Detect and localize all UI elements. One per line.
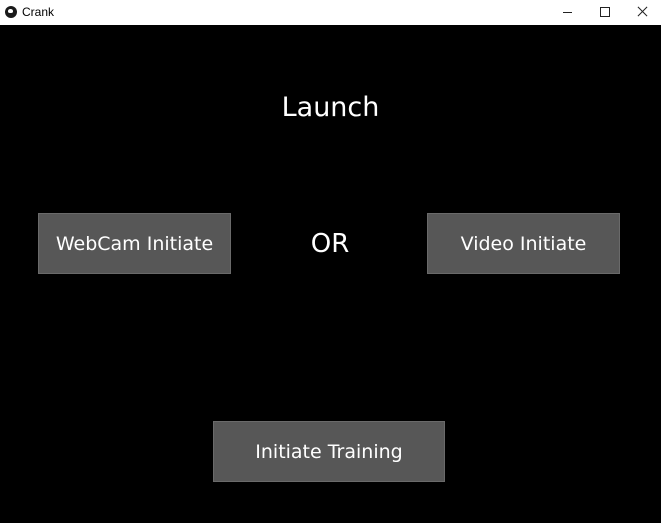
maximize-button[interactable] <box>585 0 623 25</box>
maximize-icon <box>600 7 610 17</box>
or-separator-label: OR <box>310 229 350 259</box>
window-title: Crank <box>22 5 55 19</box>
title-bar[interactable]: Crank <box>0 0 661 25</box>
webcam-initiate-button[interactable]: WebCam Initiate <box>38 213 231 274</box>
close-icon <box>637 6 648 17</box>
close-button[interactable] <box>623 0 661 25</box>
video-initiate-button[interactable]: Video Initiate <box>427 213 620 274</box>
app-icon <box>5 6 17 18</box>
minimize-button[interactable] <box>548 0 586 25</box>
minimize-icon <box>563 12 572 13</box>
app-window: Crank Launch WebCam Initiate OR Video In… <box>0 0 661 523</box>
page-title: Launch <box>281 92 380 123</box>
initiate-training-button[interactable]: Initiate Training <box>213 421 445 482</box>
